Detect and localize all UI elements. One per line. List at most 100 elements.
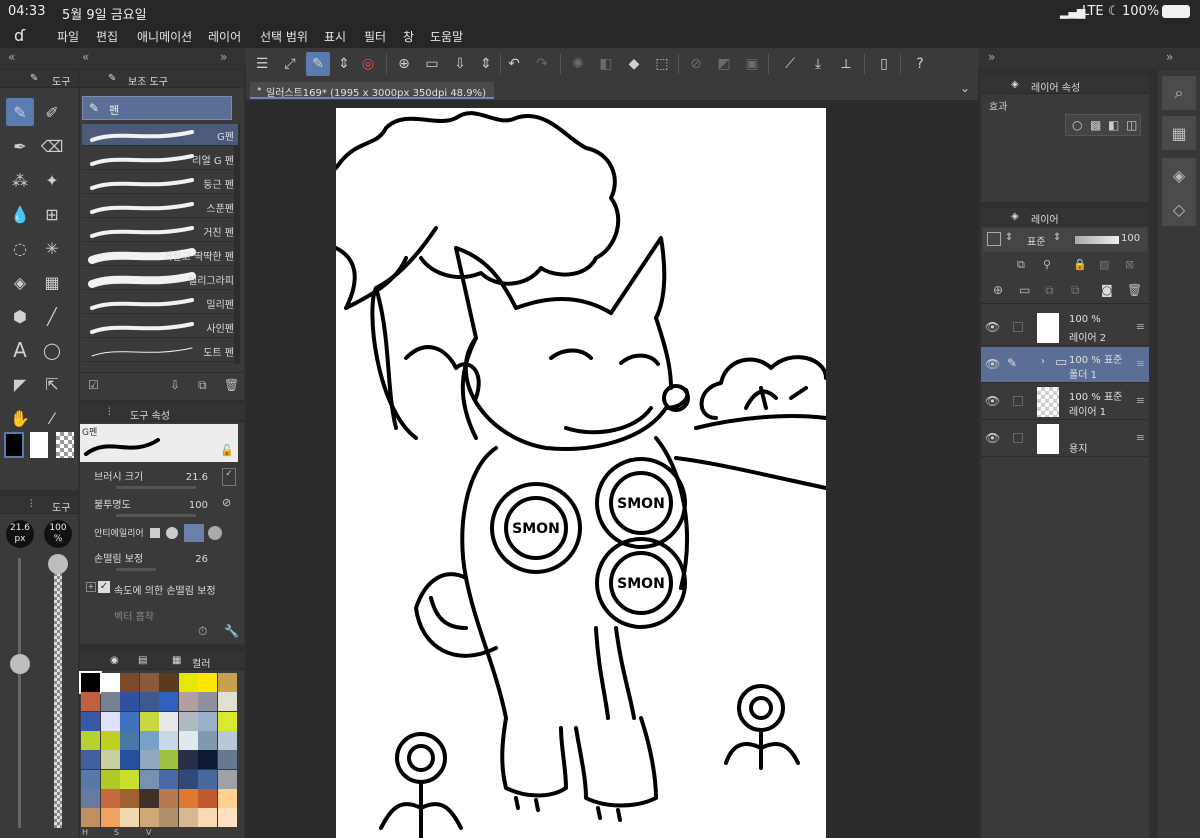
color-set-icon[interactable]: ▦ — [172, 655, 181, 666]
magic-wand-icon[interactable]: ✳ — [38, 234, 66, 262]
color-swatch[interactable] — [217, 673, 237, 692]
brush-size-slider[interactable] — [18, 558, 21, 828]
navigator-icon[interactable]: ⌕ — [1162, 76, 1196, 110]
brush-item[interactable]: 캘리그라피 — [82, 268, 238, 290]
color-swatch[interactable] — [100, 769, 120, 789]
clip-icon[interactable]: ⧉ — [1017, 258, 1025, 272]
layer-props-icon[interactable]: ◈ — [1162, 158, 1196, 192]
quick-access-icon[interactable]: ✎ — [306, 52, 330, 76]
main-color-swatch[interactable] — [4, 432, 24, 458]
aa-weak-icon[interactable] — [166, 527, 178, 539]
subtool-settings-icon[interactable]: ☑ — [88, 378, 99, 392]
color-swatch[interactable] — [100, 730, 120, 750]
color-swatch[interactable] — [81, 769, 100, 789]
color-swatch[interactable] — [139, 711, 159, 731]
color-swatch[interactable] — [79, 671, 102, 694]
color-swatch[interactable] — [178, 692, 198, 712]
color-swatch[interactable] — [120, 692, 139, 712]
layer-select-checkbox[interactable] — [1013, 433, 1023, 443]
chevron-updown-icon[interactable]: ⇕ — [1005, 232, 1013, 243]
stabilize-field[interactable]: 26 — [180, 554, 208, 565]
layer-color-icon[interactable]: ◧ — [1108, 118, 1119, 132]
selection-border-icon[interactable]: ▣ — [740, 52, 764, 76]
lasso-icon[interactable]: ◌ — [6, 234, 34, 262]
close-tab-icon[interactable]: • — [256, 83, 263, 96]
color-swatch[interactable] — [100, 711, 120, 731]
eyedropper-icon[interactable]: ⁄ — [38, 404, 66, 432]
layer-opacity-field[interactable]: 100 — [1121, 233, 1140, 244]
brush-item[interactable]: 도트 펜 — [82, 340, 238, 362]
color-swatch[interactable] — [159, 730, 178, 750]
deselect-icon[interactable]: ⊘ — [684, 52, 708, 76]
layer-row[interactable]: 👁 용지 ≡ — [981, 421, 1149, 457]
menu-filter[interactable]: 필터 — [364, 28, 386, 45]
save-icon[interactable]: ⇩ — [448, 52, 472, 76]
color-swatch[interactable] — [100, 673, 120, 692]
eye-icon[interactable]: 👁 — [985, 431, 1000, 445]
color-swatch[interactable] — [178, 808, 198, 828]
smartphone-icon[interactable]: ▯ — [872, 52, 896, 76]
color-swatch[interactable] — [120, 769, 139, 789]
trash-icon[interactable]: 🗑 — [1127, 283, 1142, 297]
fill-bucket-icon[interactable]: ◈ — [6, 268, 34, 296]
menu-animation[interactable]: 애니메이션 — [137, 28, 192, 45]
color-swatch[interactable] — [120, 730, 139, 750]
color-swatch[interactable] — [139, 730, 159, 750]
color-swatch[interactable] — [159, 692, 178, 712]
layer-opacity-slider[interactable] — [1075, 236, 1119, 244]
color-swatch[interactable] — [159, 750, 178, 770]
collapse-left-icon[interactable]: « — [82, 50, 89, 64]
border-effect-icon[interactable]: ○ — [1072, 118, 1082, 132]
color-swatch[interactable] — [139, 808, 159, 828]
brush-item[interactable]: 스푼펜 — [82, 196, 238, 218]
eye-icon[interactable]: 👁 — [985, 357, 1000, 371]
color-swatch[interactable] — [178, 750, 198, 770]
color-swatch[interactable] — [81, 788, 100, 808]
subtool-import-icon[interactable]: ⇩ — [170, 378, 180, 392]
color-swatch[interactable] — [139, 769, 159, 789]
color-swatch[interactable] — [198, 692, 217, 712]
no-pressure-icon[interactable]: ⊘ — [222, 496, 231, 509]
expand-right-icon[interactable]: » — [988, 50, 995, 64]
snap-grid-icon[interactable]: ⟂ — [834, 52, 858, 76]
expand-icon[interactable]: + — [86, 582, 96, 592]
layer-select-checkbox[interactable] — [1013, 396, 1023, 406]
color-swatch[interactable] — [217, 692, 237, 712]
menu-view[interactable]: 표시 — [324, 28, 346, 45]
brush-item[interactable]: 밀리펜 — [82, 292, 238, 314]
color-swatch[interactable] — [178, 673, 198, 692]
color-swatch[interactable] — [198, 750, 217, 770]
eye-icon[interactable]: 👁 — [985, 394, 1000, 408]
hsv-v[interactable]: V — [146, 828, 151, 837]
antialias-options[interactable] — [150, 524, 238, 542]
decoration-icon[interactable]: ✦ — [38, 166, 66, 194]
color-swatch[interactable] — [81, 730, 100, 750]
color-swatch[interactable] — [139, 673, 159, 692]
canvas-area[interactable]: SMON SMON SMON — [246, 100, 978, 838]
app-logo-icon[interactable]: ɗ — [14, 26, 25, 45]
hsv-h[interactable]: H — [82, 828, 88, 837]
color-swatch[interactable] — [120, 788, 139, 808]
color-swatch[interactable] — [217, 769, 237, 789]
trash-icon[interactable]: 🗑 — [224, 378, 239, 392]
canvas-paper[interactable]: SMON SMON SMON — [336, 108, 826, 838]
color-swatch[interactable] — [159, 788, 178, 808]
new-layer-icon[interactable]: ⊕ — [993, 283, 1003, 297]
mask-icon[interactable]: ◙ — [1101, 283, 1113, 297]
color-swatch[interactable] — [120, 711, 139, 731]
opacity-slider-handle[interactable] — [48, 554, 68, 574]
color-swatch[interactable] — [120, 808, 139, 828]
snap-icon[interactable]: ⤓ — [806, 52, 830, 76]
reference-icon[interactable]: ⚲ — [1043, 258, 1051, 271]
extract-line-icon[interactable]: ◫ — [1126, 118, 1137, 132]
expand-right-icon[interactable]: » — [1166, 50, 1173, 64]
menu-selection[interactable]: 선택 범위 — [260, 28, 308, 45]
aa-none-icon[interactable] — [150, 528, 160, 538]
color-swatch[interactable] — [81, 808, 100, 828]
grid-tool-icon[interactable]: ⊞ — [38, 200, 66, 228]
clear-icon[interactable]: ◧ — [594, 52, 618, 76]
subtool-duplicate-icon[interactable]: ⧉ — [198, 378, 207, 393]
mask-enable-icon[interactable]: ⊠ — [1125, 258, 1134, 271]
chevron-down-icon[interactable]: ⌄ — [960, 81, 970, 95]
color-swatch[interactable] — [217, 808, 237, 828]
